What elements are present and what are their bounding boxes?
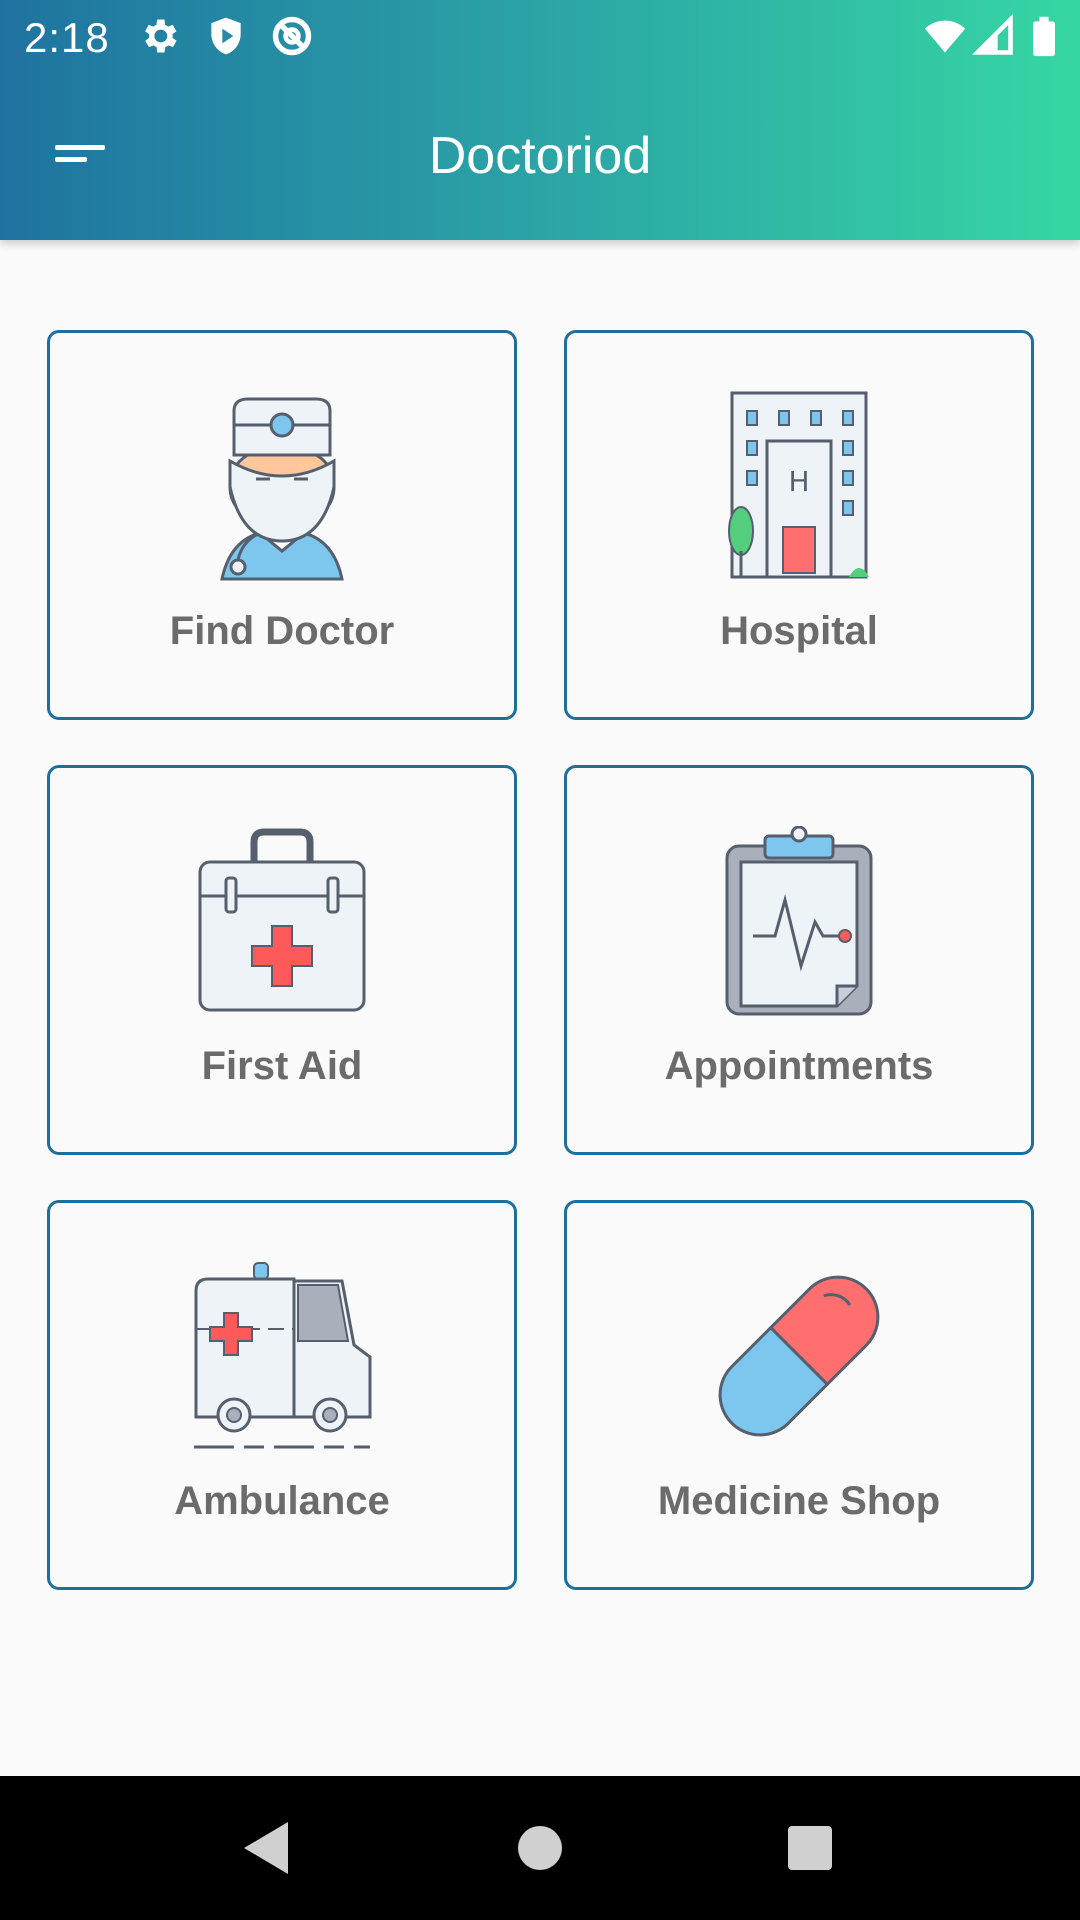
app-bar: 2:18 Doctoriod [0, 0, 1080, 240]
card-label: Hospital [720, 609, 878, 653]
back-icon[interactable] [222, 1804, 310, 1892]
doctor-icon [220, 397, 344, 581]
at-sign-icon [272, 16, 312, 56]
first-aid-card[interactable]: First Aid [47, 765, 517, 1155]
medicine-shop-card[interactable]: Medicine Shop [564, 1200, 1034, 1590]
recents-icon[interactable] [766, 1804, 854, 1892]
svg-text:H: H [788, 465, 809, 498]
dashboard-grid: Find Doctor H Hospital First Aid Appoint… [0, 240, 1080, 1776]
battery-icon [1033, 16, 1055, 57]
appointments-card[interactable]: Appointments [564, 765, 1034, 1155]
find-doctor-card[interactable]: Find Doctor [47, 330, 517, 720]
card-label: First Aid [201, 1044, 363, 1088]
system-nav-bar [0, 1776, 1080, 1920]
wifi-icon [924, 20, 966, 53]
gear-icon [145, 19, 177, 53]
status-time: 2:18 [24, 14, 110, 61]
card-label: Medicine Shop [657, 1479, 941, 1523]
clipboard-heartbeat-icon [725, 826, 873, 1016]
card-label: Ambulance [174, 1479, 390, 1523]
status-bar: 2:18 [0, 0, 1080, 76]
hospital-icon: H [728, 391, 869, 579]
pill-capsule-icon [718, 1275, 880, 1437]
home-icon[interactable] [496, 1804, 584, 1892]
card-label: Find Doctor [169, 609, 395, 653]
signal-icon [972, 14, 1013, 55]
hospital-card[interactable]: H Hospital [564, 330, 1034, 720]
ambulance-icon [194, 1262, 372, 1449]
shield-play-icon [211, 17, 241, 55]
page-title: Doctoriod [428, 127, 652, 185]
first-aid-kit-icon [198, 828, 366, 1012]
ambulance-card[interactable]: Ambulance [47, 1200, 517, 1590]
card-label: Appointments [664, 1044, 934, 1088]
